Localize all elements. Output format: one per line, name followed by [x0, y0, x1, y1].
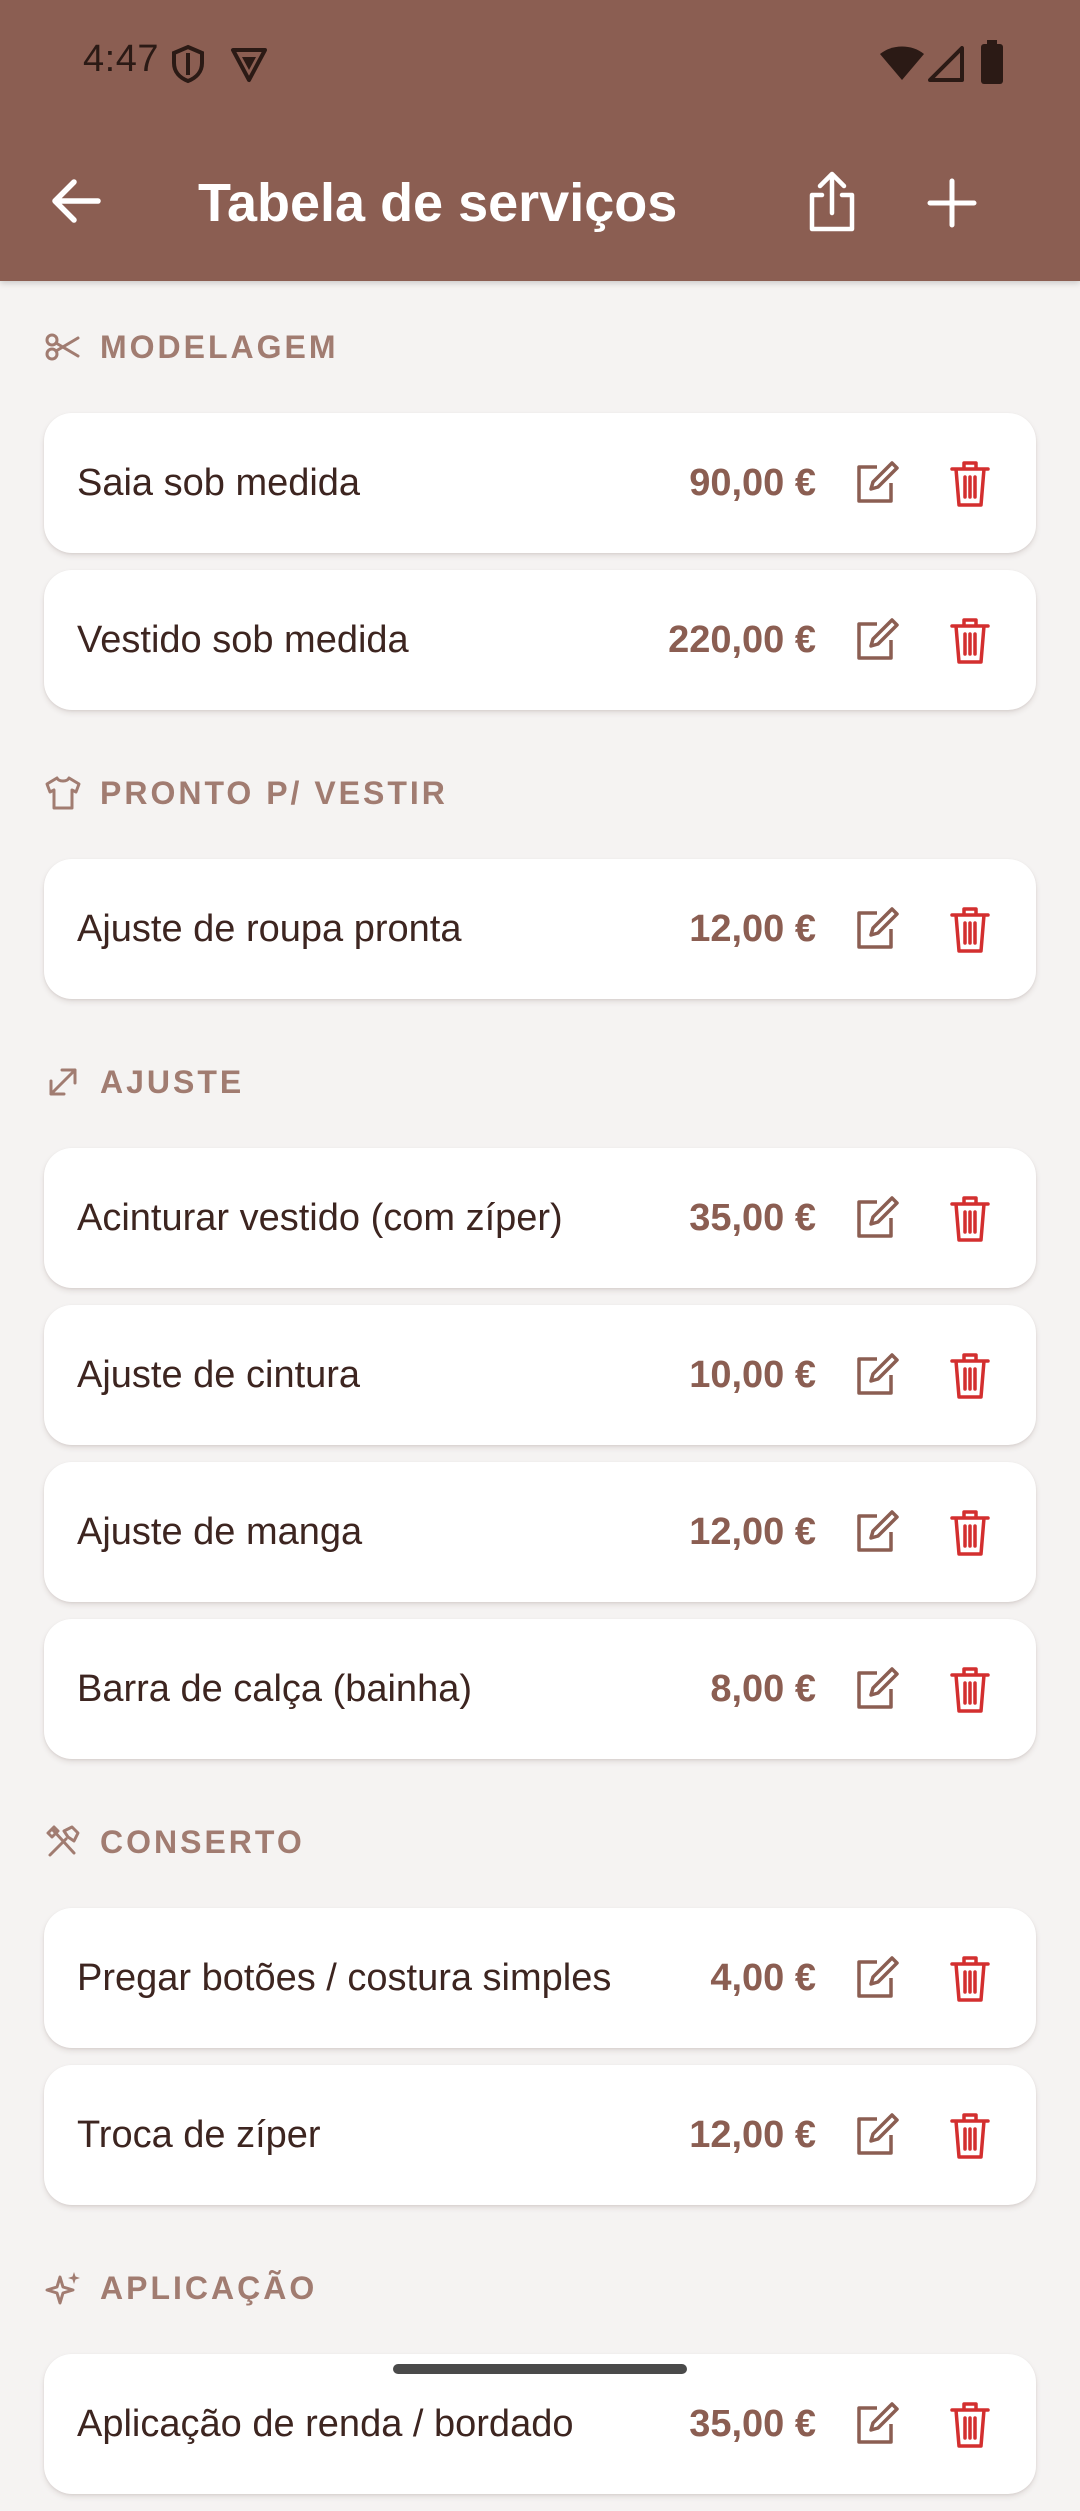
service-name: Ajuste de roupa pronta [77, 908, 462, 950]
add-service-button[interactable] [916, 167, 988, 239]
delete-icon[interactable] [942, 1504, 998, 1560]
cellular-signal-icon [928, 46, 964, 82]
service-price: 220,00 € [668, 619, 816, 661]
edit-icon[interactable] [847, 612, 903, 668]
service-name: Ajuste de cintura [77, 1354, 361, 1396]
delete-icon[interactable] [942, 2107, 998, 2163]
service-name: Acinturar vestido (com zíper) [77, 1197, 563, 1239]
service-name: Troca de zíper [77, 2114, 321, 2156]
sparkles-icon [45, 2272, 80, 2305]
service-name: Vestido sob medida [77, 619, 409, 661]
delete-icon[interactable] [942, 901, 998, 957]
section-header: APLICAÇÃO [44, 2222, 1080, 2354]
edit-icon[interactable] [847, 455, 903, 511]
section-header: AJUSTE [44, 1016, 1080, 1148]
delete-icon[interactable] [942, 1190, 998, 1246]
edit-icon[interactable] [847, 1950, 903, 2006]
shirt-icon [45, 776, 81, 810]
delete-icon[interactable] [942, 1347, 998, 1403]
section-header: MODELAGEM [44, 281, 1080, 413]
service-price: 10,00 € [689, 1354, 816, 1396]
service-name: Barra de calça (bainha) [77, 1668, 472, 1710]
service-name: Ajuste de manga [77, 1511, 363, 1553]
service-card: Barra de calça (bainha) 8,00 € [44, 1619, 1036, 1759]
service-card: Troca de zíper 12,00 € [44, 2065, 1036, 2205]
delete-icon[interactable] [942, 2396, 998, 2452]
edit-icon[interactable] [847, 901, 903, 957]
edit-icon[interactable] [847, 2107, 903, 2163]
service-name: Saia sob medida [77, 462, 361, 504]
status-time: 4:47 [83, 38, 159, 80]
section-aplicacao: APLICAÇÃO Aplicação de renda / bordado 3… [0, 2222, 1080, 2494]
tools-icon [46, 1825, 80, 1857]
page-title: Tabela de serviços [198, 173, 678, 233]
plus-icon [927, 178, 977, 228]
service-name: Pregar botões / costura simples [77, 1957, 612, 1999]
share-button[interactable] [796, 167, 868, 239]
section-title: AJUSTE [100, 1063, 245, 1100]
section-title: PRONTO P/ VESTIR [100, 774, 448, 811]
section-title: APLICAÇÃO [100, 2269, 318, 2306]
delete-icon[interactable] [942, 612, 998, 668]
app-bar: 4:47 Tabela de serviços [0, 0, 1080, 281]
edit-icon[interactable] [847, 1661, 903, 1717]
section-modelagem: MODELAGEM Saia sob medida 90,00 € Vestid… [0, 281, 1080, 710]
service-price: 12,00 € [689, 908, 816, 950]
service-price: 4,00 € [710, 1957, 816, 1999]
resize-arrows-icon [49, 1068, 77, 1096]
shield-icon [172, 44, 204, 84]
service-card: Ajuste de roupa pronta 12,00 € [44, 859, 1036, 999]
share-icon [809, 171, 855, 232]
service-card: Aplicação de renda / bordado 35,00 € [44, 2354, 1036, 2494]
vpn-shield-icon [231, 48, 267, 82]
section-title: CONSERTO [100, 1823, 305, 1860]
service-price: 35,00 € [689, 2403, 816, 2445]
service-card: Acinturar vestido (com zíper) 35,00 € [44, 1148, 1036, 1288]
edit-icon[interactable] [847, 1190, 903, 1246]
service-price: 35,00 € [689, 1197, 816, 1239]
service-card: Pregar botões / costura simples 4,00 € [44, 1908, 1036, 2048]
service-price: 12,00 € [689, 2114, 816, 2156]
section-header: CONSERTO [44, 1776, 1080, 1908]
gesture-navigation-bar[interactable] [393, 2364, 687, 2374]
battery-icon [981, 40, 1003, 84]
edit-icon[interactable] [847, 1504, 903, 1560]
service-card: Ajuste de manga 12,00 € [44, 1462, 1036, 1602]
arrow-back-icon [52, 179, 101, 223]
section-conserto: CONSERTO Pregar botões / costura simples… [0, 1776, 1080, 2205]
service-name: Aplicação de renda / bordado [77, 2403, 574, 2445]
back-button[interactable] [40, 165, 112, 237]
service-card: Vestido sob medida 220,00 € [44, 570, 1036, 710]
section-pronto-p-vestir: PRONTO P/ VESTIR Ajuste de roupa pronta … [0, 727, 1080, 999]
section-header: PRONTO P/ VESTIR [44, 727, 1080, 859]
section-ajuste: AJUSTE Acinturar vestido (com zíper) 35,… [0, 1016, 1080, 1759]
service-price: 90,00 € [689, 462, 816, 504]
edit-icon[interactable] [847, 2396, 903, 2452]
service-card: Ajuste de cintura 10,00 € [44, 1305, 1036, 1445]
scissors-icon [45, 333, 80, 361]
wifi-icon [880, 46, 924, 80]
service-card: Saia sob medida 90,00 € [44, 413, 1036, 553]
delete-icon[interactable] [942, 1950, 998, 2006]
service-price: 8,00 € [710, 1668, 816, 1710]
edit-icon[interactable] [847, 1347, 903, 1403]
delete-icon[interactable] [942, 1661, 998, 1717]
section-title: MODELAGEM [100, 328, 339, 365]
delete-icon[interactable] [942, 455, 998, 511]
service-price: 12,00 € [689, 1511, 816, 1553]
services-list: MODELAGEM Saia sob medida 90,00 € Vestid… [0, 281, 1080, 2511]
